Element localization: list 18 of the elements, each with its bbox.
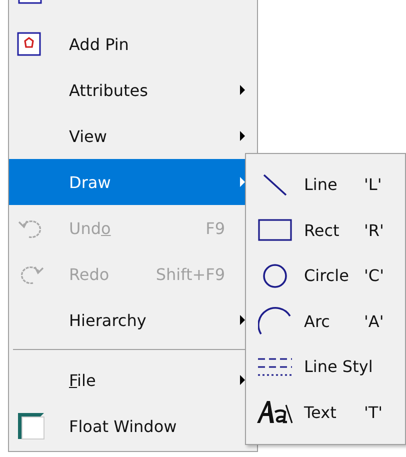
shortcut-label: F9 — [206, 218, 225, 238]
shortcut-label: 'T' — [364, 402, 383, 422]
menu-item[interactable]: Attributes — [9, 67, 257, 113]
shortcut-label: 'A' — [364, 312, 384, 331]
shortcut-label: 'C' — [364, 266, 384, 286]
circle-icon — [262, 262, 288, 289]
rectangle-icon — [258, 219, 292, 242]
shortcut-label: 'R' — [364, 220, 384, 240]
pin-icon — [17, 32, 41, 56]
text-style-icon — [257, 399, 293, 426]
window-icon — [17, 412, 45, 440]
shortcut-label: Shift+F9 — [156, 264, 225, 284]
line-icon — [261, 172, 289, 198]
menu-item[interactable]: View — [9, 113, 257, 159]
menu-item[interactable]: Add Pin — [9, 21, 257, 67]
arc-icon — [258, 307, 292, 336]
line-style-icon — [257, 356, 293, 378]
shortcut-label: 'L' — [364, 175, 382, 194]
